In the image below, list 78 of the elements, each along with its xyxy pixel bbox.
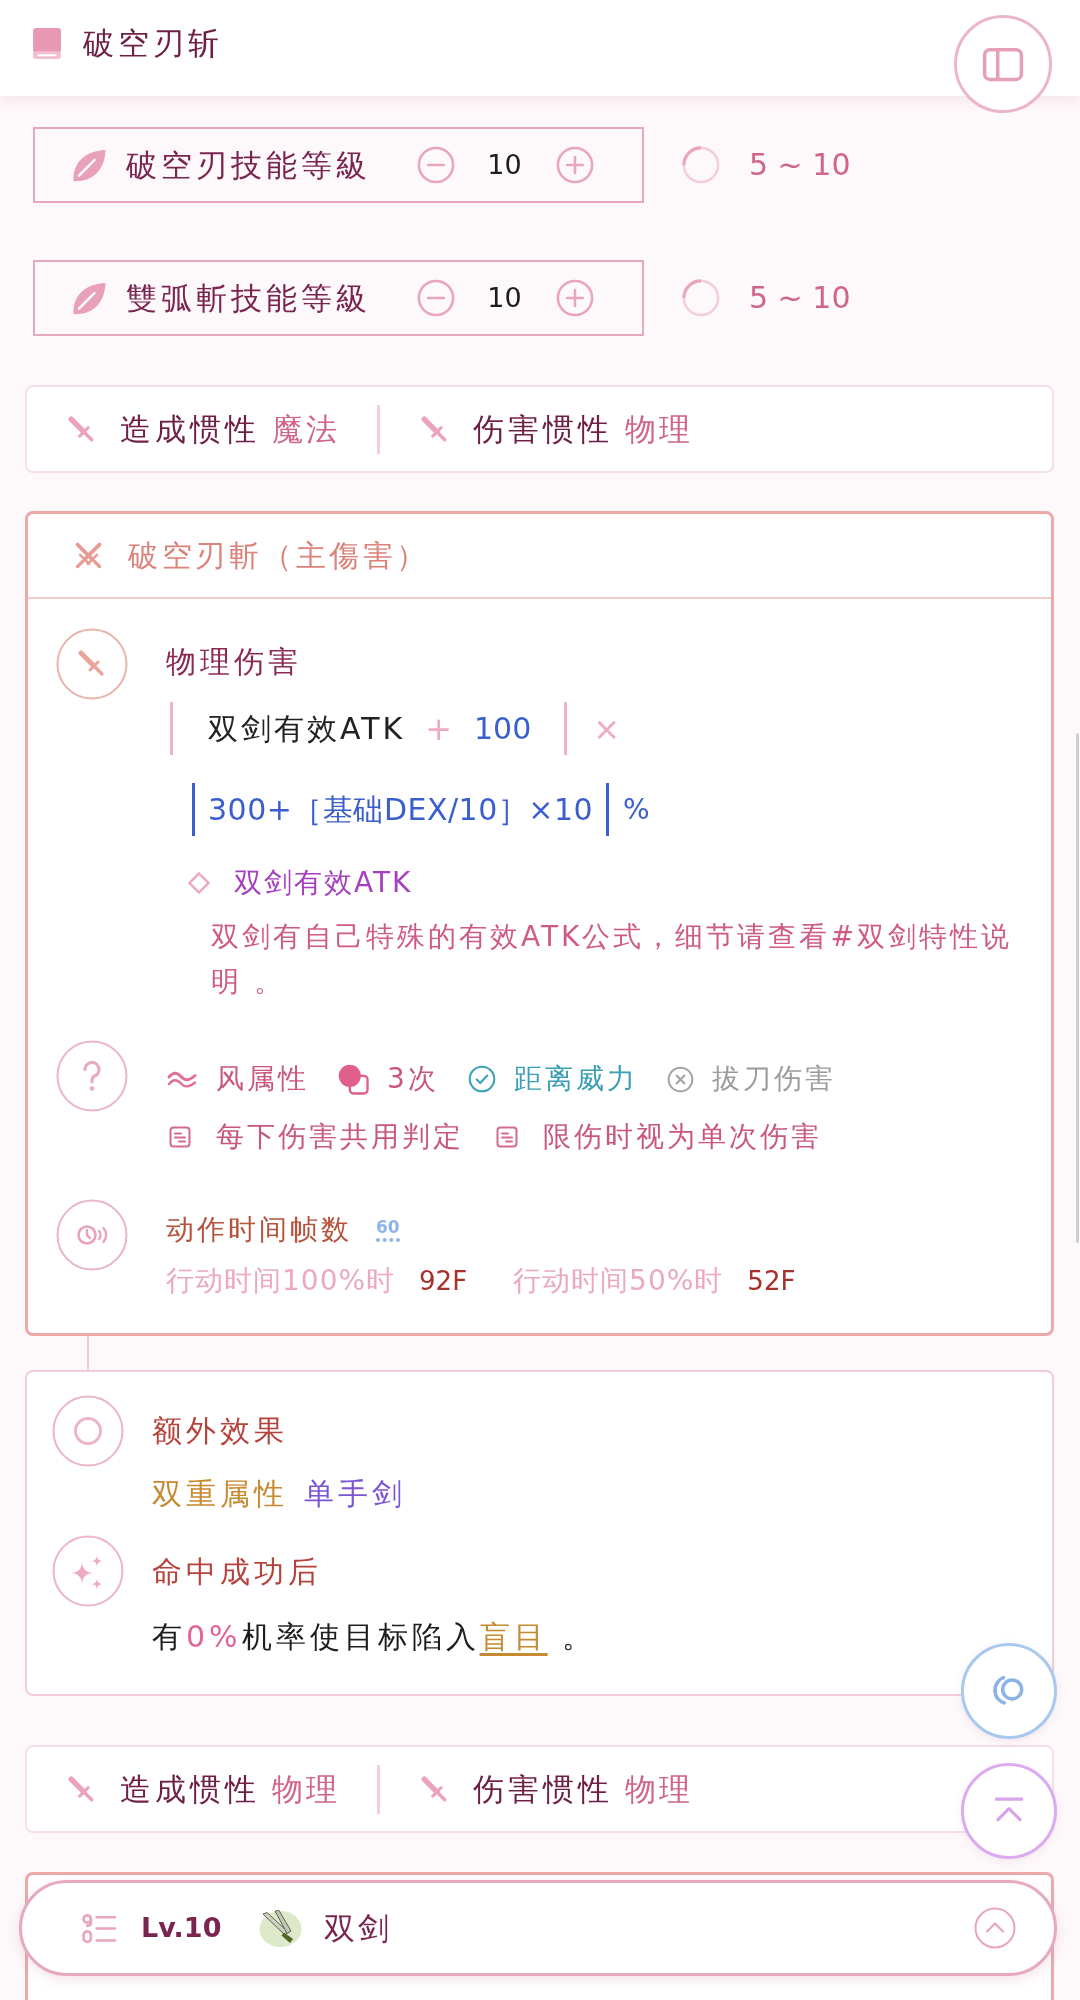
status-link[interactable]: 盲目 [479,1619,548,1654]
effect-tag: 双重属性 [152,1472,288,1516]
decrease-button[interactable] [417,279,455,317]
decrease-button[interactable] [417,146,455,184]
inertia-value: 物理 [272,1770,340,1809]
effect-tag: 单手剑 [304,1472,406,1516]
sword-icon [67,414,96,444]
effects-title: 额外效果 [152,1412,289,1450]
note-icon [168,1125,192,1149]
clock-signal-circle-icon [56,1199,128,1271]
damage-type-label: 物理伤害 [166,643,303,681]
inertia-label: 造成惯性 [120,1770,260,1809]
frames-label: 动作时间帧数 [166,1212,352,1248]
property-label: 3次 [387,1061,439,1097]
property-label: 拔刀伤害 [711,1061,836,1097]
sword-icon [420,1774,449,1804]
increase-button[interactable] [556,279,594,317]
minus-circle-icon [417,146,455,184]
plus-circle-icon [556,279,594,317]
inertia-label: 造成惯性 [120,410,260,449]
plus-circle-icon [556,146,594,184]
diamond-icon [187,871,211,895]
frame-condition: 行动时间100%时 [166,1263,396,1299]
progress-ring-icon [682,146,720,184]
effect-sentence: 有 0%机率使目标陷入盲目 。 [152,1618,597,1656]
ring-circle-icon [52,1395,124,1467]
page-title: 破空刃斩 [83,26,223,60]
card-title: 破空刃斬（主傷害） [128,536,430,575]
property-label: 限伤时视为单次伤害 [543,1119,822,1155]
note-icon [495,1125,519,1149]
formula-term: 双剑有效ATK [208,709,406,748]
formula-constant: 100 [474,709,532,748]
property-label: 风属性 [216,1061,309,1097]
frame-count: 92F [419,1265,468,1298]
property-label: 距离威力 [513,1061,638,1097]
numbered-list-icon [81,1912,118,1944]
level-range: 5 ~ 10 [749,279,851,317]
inertia-value: 魔法 [272,410,340,449]
level-value: 10 [486,148,523,182]
skill-level-label: 破空刃技能等級 [126,146,371,185]
inertia-value: 物理 [625,1770,693,1809]
leaf-icon [72,148,107,182]
chevron-up-circle-icon [974,1907,1016,1949]
sparkle-circle-icon [52,1535,124,1607]
frame-condition: 行动时间50%时 [513,1263,724,1299]
level-range: 5 ~ 10 [749,146,851,184]
formula-multiplier: 300+［基础DEX/10］×10 [208,790,594,829]
sword-circle-icon [56,628,128,700]
inertia-label: 伤害惯性 [473,410,613,449]
panel-icon [982,46,1024,82]
frame-rate-badge: 60 [376,1218,400,1242]
inertia-value: 物理 [625,410,693,449]
minus-circle-icon [417,279,455,317]
frame-count: 52F [747,1265,796,1298]
scrollbar-thumb[interactable] [1076,733,1079,1243]
inertia-label: 伤害惯性 [473,1770,613,1809]
percent-unit: % [623,791,650,828]
leaf-icon [72,281,107,315]
twin-blades-icon [258,1908,304,1948]
question-circle-icon [56,1040,128,1112]
weapon-name: 双剑 [324,1909,393,1948]
progress-ring-icon [682,279,720,317]
multiply-sign: × [593,708,621,749]
level-value: 10 [486,281,523,315]
sword-icon [67,1774,96,1804]
note-description: 双剑有自己特殊的有效ATK公式，细节请查看#双剑特性说明 。 [211,919,1013,1000]
expand-button[interactable] [974,1907,1016,1949]
note-term: 双剑有效ATK [234,865,413,901]
property-label: 每下伤害共用判定 [216,1119,464,1155]
skill-level-label: 雙弧斬技能等級 [126,279,371,318]
plus-sign: + [425,708,452,749]
book-icon [33,28,61,59]
increase-button[interactable] [556,146,594,184]
crossed-swords-icon [73,540,104,571]
level-text: Lv.10 [141,1911,222,1945]
hit-count-icon [338,1063,369,1095]
trigger-title: 命中成功后 [152,1553,323,1591]
sword-icon [420,414,449,444]
